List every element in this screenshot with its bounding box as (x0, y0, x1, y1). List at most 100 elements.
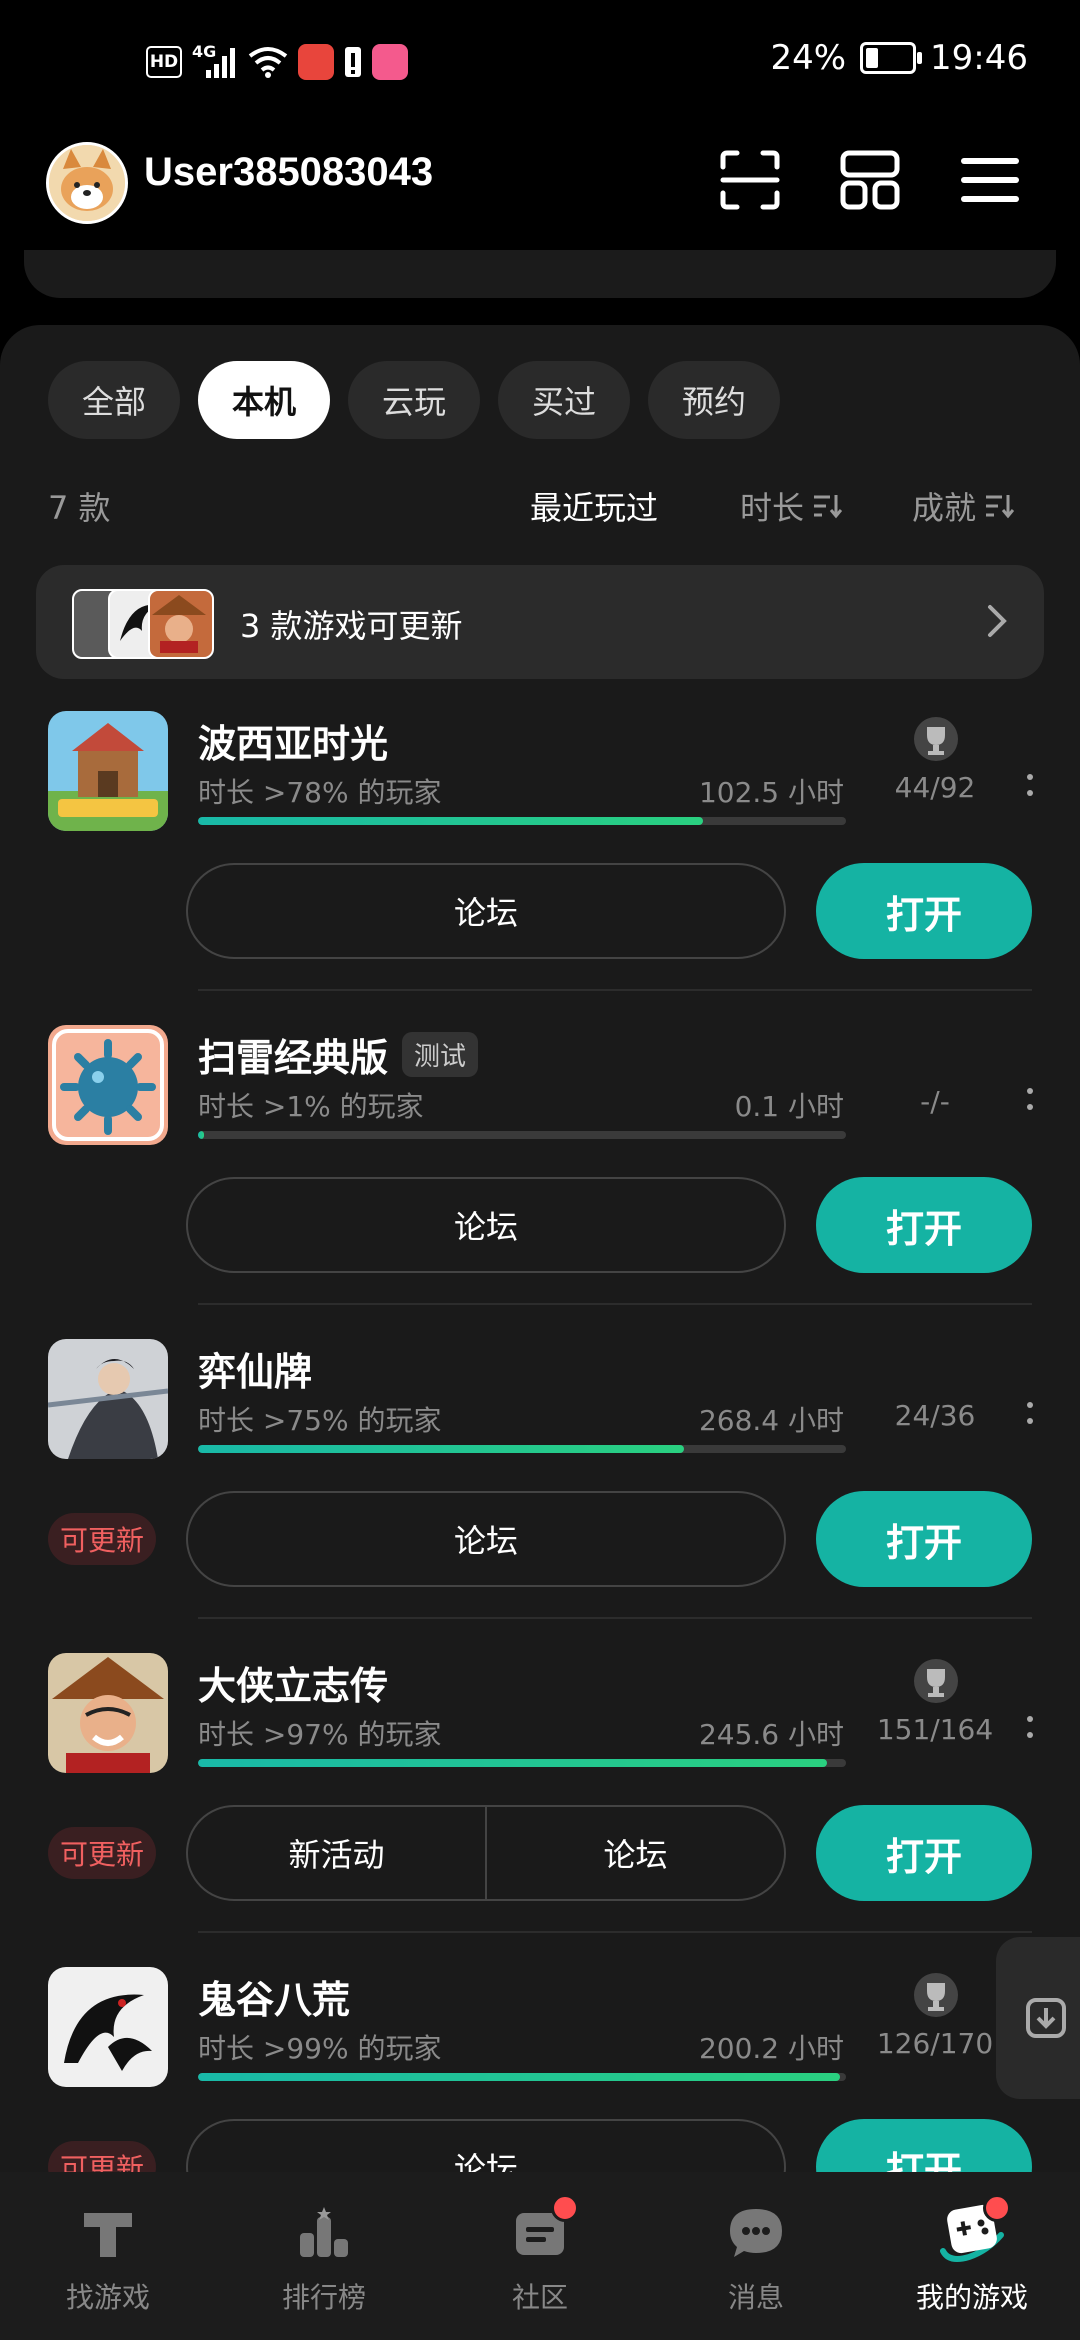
more-options-button[interactable] (1022, 1079, 1038, 1119)
sort-duration-label: 时长 (740, 489, 805, 527)
achievement-count[interactable]: 151/164 (870, 1713, 1000, 1746)
update-available-badge[interactable]: 可更新 (48, 1513, 157, 1565)
open-game-button[interactable]: 打开 (816, 1177, 1032, 1273)
new-activity-button[interactable]: 新活动 (188, 1807, 485, 1899)
achievement-count[interactable]: -/- (870, 1085, 1000, 1118)
secondary-actions: 论坛 (186, 863, 786, 959)
game-title-row: 弈仙牌 (198, 1341, 312, 1396)
nav-item-message[interactable]: 消息 (648, 2172, 864, 2340)
layout-button[interactable] (832, 142, 908, 218)
nav-item-my-games[interactable]: 我的游戏 (864, 2172, 1080, 2340)
more-options-button[interactable] (1022, 765, 1038, 805)
dot-icon (1027, 774, 1033, 780)
achievement-count[interactable]: 24/36 (870, 1399, 1000, 1432)
forum-button[interactable]: 论坛 (485, 1807, 784, 1899)
forum-button[interactable]: 论坛 (188, 1179, 784, 1271)
avatar[interactable] (46, 142, 128, 224)
status-bar: HD 4G 24% 19:46 (0, 0, 1080, 130)
discover-icon (73, 2200, 143, 2266)
nav-label: 我的游戏 (915, 2281, 1028, 2314)
trophy-icon (914, 1973, 958, 2017)
row-divider (198, 1303, 1032, 1305)
playtime-progress-bar (198, 2073, 846, 2081)
community-icon (505, 2194, 579, 2266)
sort-icon (986, 495, 1015, 519)
nav-label: 找游戏 (65, 2281, 150, 2314)
sort-recent[interactable]: 最近玩过 (530, 483, 658, 529)
sort-duration[interactable]: 时长 (740, 483, 843, 529)
username[interactable]: User385083043 (144, 150, 433, 195)
playtime-percentile: 时长 >75% 的玩家 (198, 1404, 442, 1437)
scan-button[interactable] (712, 142, 788, 218)
alert-icon (344, 44, 362, 80)
playtime-hours: 0.1 小时 (734, 1090, 844, 1123)
open-game-button[interactable]: 打开 (816, 1805, 1032, 1901)
tab-purchased[interactable]: 买过 (498, 361, 630, 439)
hd-indicator: HD (146, 46, 182, 78)
tab-all[interactable]: 全部 (48, 361, 180, 439)
row-divider (198, 1931, 1032, 1933)
test-tag: 测试 (402, 1032, 479, 1077)
open-game-button[interactable]: 打开 (816, 863, 1032, 959)
nav-label: 排行榜 (281, 2281, 366, 2314)
row-divider (198, 1617, 1032, 1619)
tab-reserved[interactable]: 预约 (648, 361, 780, 439)
achievement-count[interactable]: 44/92 (870, 771, 1000, 804)
tab-cloud[interactable]: 云玩 (348, 361, 480, 439)
game-row: 波西亚时光时长 >78% 的玩家 102.5 小时 44/92 论坛 打开 (0, 705, 1080, 1019)
collapsed-card-edge (24, 250, 1056, 298)
nav-item-discover[interactable]: 找游戏 (0, 2172, 216, 2340)
yixianpai-game-icon[interactable] (48, 1339, 168, 1459)
dot-icon (1027, 1402, 1033, 1408)
game-row: 扫雷经典版 测试 时长 >1% 的玩家 0.1 小时 -/- 论坛 打开 (0, 1019, 1080, 1333)
more-options-button[interactable] (1022, 1393, 1038, 1433)
signal-icon: 4G (192, 42, 238, 80)
clock: 19:46 (930, 38, 1028, 78)
open-game-button[interactable]: 打开 (816, 1491, 1032, 1587)
sort-row: 7 款 最近玩过 时长 成就 (48, 475, 1032, 535)
nav-item-community[interactable]: 社区 (432, 2172, 648, 2340)
playtime-hours: 102.5 小时 (698, 776, 844, 809)
trophy-badge (912, 715, 960, 761)
achievement-count[interactable]: 126/170 (870, 2027, 1000, 2060)
trophy-icon (914, 1659, 958, 1703)
portia-game-icon[interactable] (48, 711, 168, 831)
game-row: 大侠立志传 时长 >97% 的玩家 245.6 小时 151/164 可更新 新活动 论坛打… (0, 1647, 1080, 1961)
update-banner[interactable]: 3 款游戏可更新 (36, 565, 1044, 679)
game-name[interactable]: 弈仙牌 (198, 1341, 312, 1396)
game-name[interactable]: 波西亚时光 (198, 713, 388, 768)
game-title-row: 波西亚时光 (198, 713, 388, 768)
sort-achievements[interactable]: 成就 (912, 483, 1015, 529)
download-manager-button[interactable] (996, 1937, 1080, 2099)
bottom-nav: 找游戏 排行榜 社区 消息 我的游戏 (0, 2172, 1080, 2340)
secondary-actions: 论坛 (186, 1491, 786, 1587)
forum-button[interactable]: 论坛 (188, 865, 784, 957)
more-options-button[interactable] (1022, 1707, 1038, 1747)
game-name[interactable]: 大侠立志传 (198, 1655, 388, 1710)
tab-local[interactable]: 本机 (198, 361, 330, 439)
game-row: 鬼谷八荒 时长 >99% 的玩家 200.2 小时 126/170 可更新 论坛 打开 (0, 1961, 1080, 2180)
filter-tabs: 全部 本机 云玩 买过 预约 (48, 361, 780, 439)
game-count: 7 款 (48, 489, 111, 527)
nav-label: 消息 (727, 2281, 784, 2314)
game-name[interactable]: 鬼谷八荒 (198, 1969, 350, 2024)
chevron-right-icon (988, 605, 1007, 637)
dot-icon (1027, 1716, 1033, 1722)
game-name[interactable]: 扫雷经典版 (198, 1027, 388, 1082)
guigu-game-icon[interactable] (48, 1967, 168, 2087)
ranking-icon (289, 2200, 359, 2266)
minesweeper-game-icon[interactable] (48, 1025, 168, 1145)
nav-item-ranking[interactable]: 排行榜 (216, 2172, 432, 2340)
update-game-icons (72, 589, 216, 659)
my-games-icon (937, 2194, 1011, 2266)
battery-percent: 24% (770, 38, 847, 78)
playtime-hours: 245.6 小时 (698, 1718, 844, 1751)
daxia-thumb-icon (148, 589, 214, 659)
daxia-game-icon[interactable] (48, 1653, 168, 1773)
open-game-button[interactable]: 打开 (816, 2119, 1032, 2180)
playtime-percentile: 时长 >78% 的玩家 (198, 776, 442, 809)
menu-button[interactable] (952, 142, 1028, 218)
forum-button[interactable]: 论坛 (188, 1493, 784, 1585)
update-available-badge[interactable]: 可更新 (48, 1827, 157, 1879)
trophy-badge (912, 1657, 960, 1703)
